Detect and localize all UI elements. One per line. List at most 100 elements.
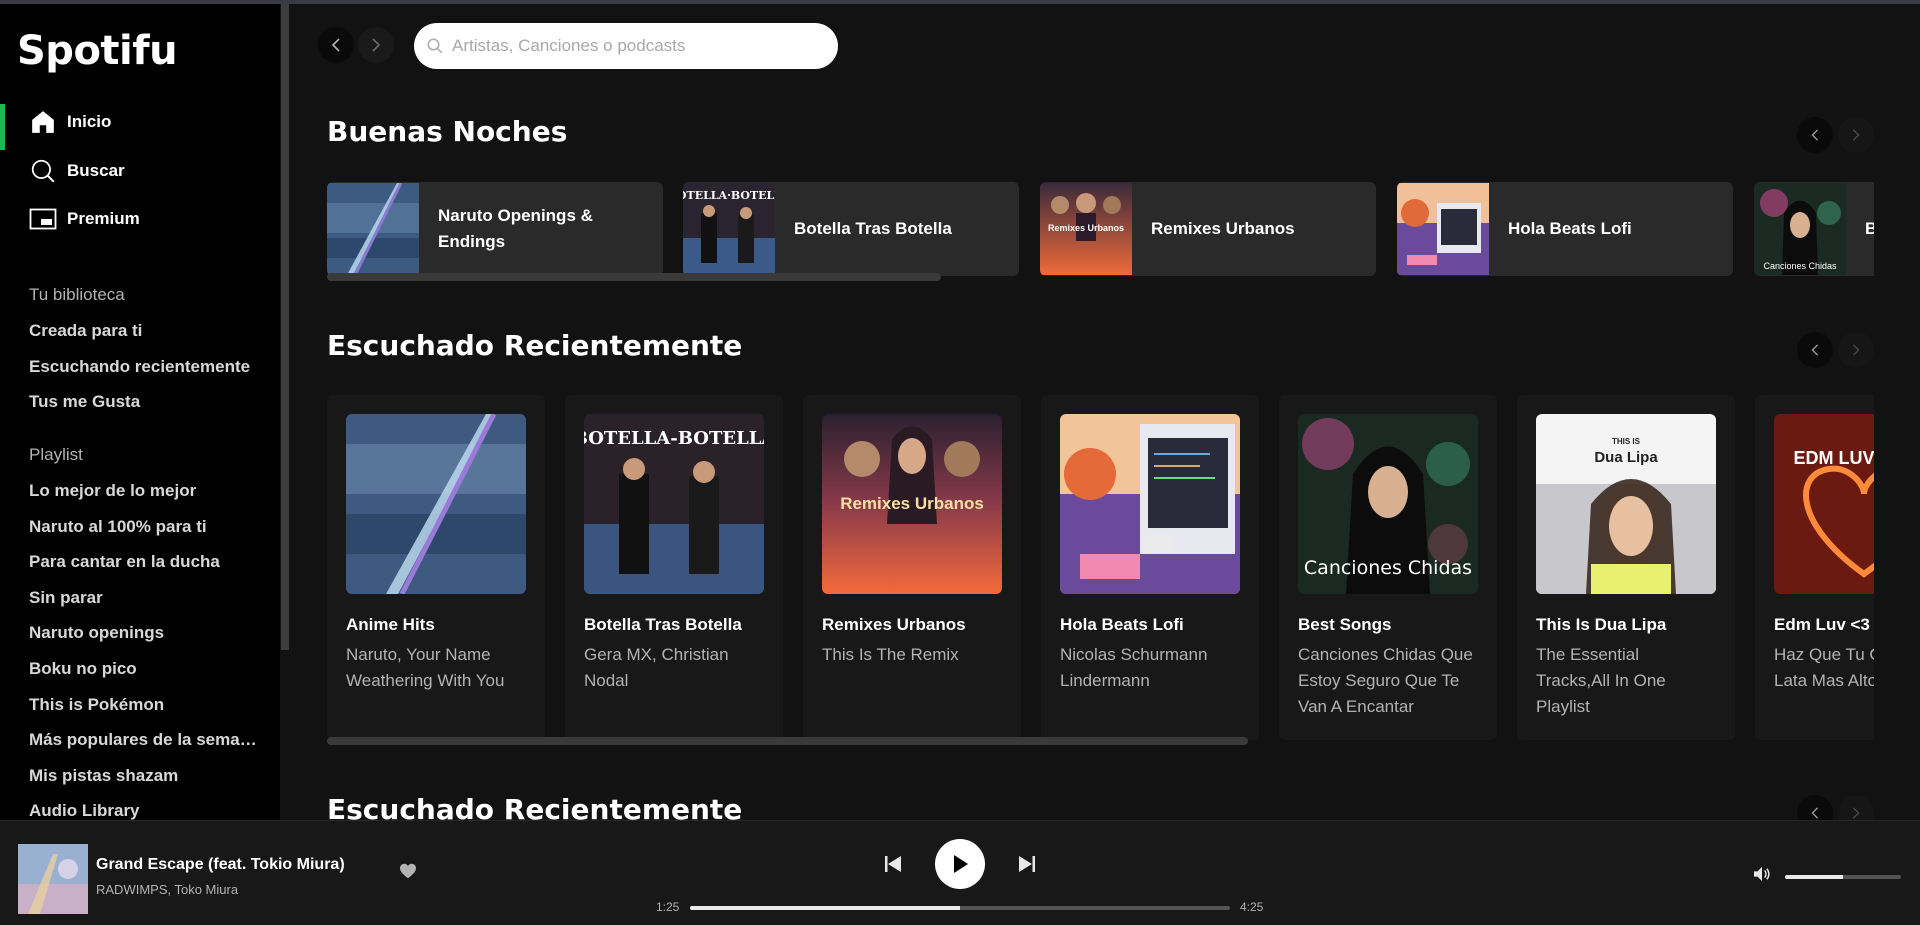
cover-image: BOTELLA-BOTELLA [584,414,764,594]
quick-card[interactable]: Naruto Openings & Endings [327,182,663,276]
good-night-carousel: Naruto Openings & Endings BOTELLA·BOTELL… [327,182,1874,276]
playlist-card[interactable]: Anime Hits Naruto, Your Name Weathering … [327,395,545,740]
next-button[interactable] [1016,853,1038,875]
chevron-left-icon [331,38,340,52]
card-description: Gera MX, Christian Nodal [584,645,729,690]
track-artist[interactable]: RADWIMPS, Toko Miura [96,882,238,897]
library-item[interactable]: Tus me Gusta [29,392,259,412]
quick-card-title: Remixes Urbanos [1151,219,1295,238]
search-icon [29,157,57,185]
playlist-title: Playlist [29,445,83,464]
playlist-item[interactable]: Audio Library [29,801,259,820]
section-next-button[interactable] [1838,795,1874,820]
section-prev-button[interactable] [1797,332,1833,368]
back-button[interactable] [318,27,354,63]
playlist-item[interactable]: Boku no pico [29,659,259,679]
card-description: Nicolas Schurmann Lindermann [1060,645,1208,690]
quick-card[interactable]: Remixes Urbanos Remixes Urbanos [1040,182,1376,276]
section-prev-button[interactable] [1797,117,1833,153]
search-icon [427,38,443,54]
playlist-item[interactable]: Naruto openings [29,623,259,643]
art-text: Dua Lipa [1594,449,1658,466]
home-icon [29,108,57,136]
svg-text:Canciones Chidas: Canciones Chidas [1763,261,1837,271]
chevron-right-icon [1852,807,1860,819]
card-title: Edm Luv <3 [1774,615,1870,634]
card-description: Canciones Chidas Que Estoy Seguro Que Te… [1298,645,1473,716]
volume-fill [1785,875,1843,879]
previous-button[interactable] [882,853,904,875]
nav-label: Buscar [67,161,125,180]
quick-card[interactable]: BOTELLA·BOTELLA Botella Tras Botella [683,182,1019,276]
elapsed-time: 1:25 [656,900,680,914]
card-description: This Is The Remix [822,645,959,664]
card-title: Hola Beats Lofi [1060,615,1184,634]
nav-label: Premium [67,209,140,228]
svg-text:BOTELLA·BOTELLA: BOTELLA·BOTELLA [683,189,775,202]
cover-image [1060,414,1240,594]
volume-slider[interactable] [1785,875,1901,879]
cover-image: THIS IS Dua Lipa [1536,414,1716,594]
section-title-good-night: Buenas Noches [327,115,568,148]
track-title[interactable]: Grand Escape (feat. Tokio Miura) [96,856,345,874]
library-item[interactable]: Escuchando recientemente [29,357,259,377]
chevron-left-icon [1811,344,1819,356]
section-next-button[interactable] [1838,117,1874,153]
playlist-item[interactable]: Sin parar [29,588,259,608]
sidebar-scrollbar[interactable] [281,4,289,650]
playlist-item[interactable]: Naruto al 100% para ti [29,517,259,537]
card-description: Naruto, Your Name Weathering With You [346,645,505,690]
quick-card[interactable]: Hola Beats Lofi [1397,182,1733,276]
main-content: Buenas Noches Naruto Openings & Endings … [290,4,1920,820]
now-playing-cover [18,844,88,914]
cover-image: Remixes Urbanos [1040,183,1132,275]
search-input[interactable] [452,36,832,56]
cover-image [327,182,419,276]
sidebar: Spotifu Inicio Buscar Premium Tu bibliot… [0,4,280,820]
volume-icon[interactable] [1753,866,1771,887]
carousel-scrollbar[interactable] [327,737,1248,745]
playlist-card[interactable]: EDM LUV Edm Luv <3 Haz Que Tu Corazón La… [1755,395,1874,740]
forward-button[interactable] [358,27,394,63]
quick-card[interactable]: Canciones Chidas B [1754,182,1874,276]
cover-image: Canciones Chidas [1298,414,1478,594]
nav-label: Inicio [67,112,112,131]
card-title: Remixes Urbanos [822,615,966,634]
nav-item-buscar[interactable]: Buscar [0,151,280,191]
playlist-item[interactable]: Lo mejor de lo mejor [29,481,259,501]
play-button[interactable] [935,839,985,889]
cover-image: Remixes Urbanos [822,414,1002,594]
playlist-item[interactable]: This is Pokémon [29,695,259,715]
heart-icon[interactable] [399,863,417,884]
recent-carousel: Anime Hits Naruto, Your Name Weathering … [327,395,1874,740]
playlist-card[interactable]: Canciones Chidas Best Songs Canciones Ch… [1279,395,1497,740]
section-prev-button[interactable] [1797,795,1833,820]
section-title-recent: Escuchado Recientemente [327,329,743,362]
skip-forward-icon [1019,856,1035,872]
section-next-button[interactable] [1838,332,1874,368]
svg-text:Remixes Urbanos: Remixes Urbanos [1048,223,1124,233]
progress-fill [690,906,960,910]
art-text: EDM LUV [1794,448,1875,468]
chevron-right-icon [1852,129,1860,141]
chevron-left-icon [1811,129,1819,141]
playlist-card[interactable]: BOTELLA-BOTELLA Botella Tras Botella Ger… [565,395,783,740]
carousel-scrollbar[interactable] [327,273,941,281]
total-time: 4:25 [1240,900,1264,914]
section-title-recent-2: Escuchado Recientemente [327,793,743,820]
playlist-item[interactable]: Más populares de la semana [29,730,259,750]
svg-text:THIS IS: THIS IS [1612,437,1641,446]
playlist-card[interactable]: THIS IS Dua Lipa This Is Dua Lipa The Ess… [1517,395,1735,740]
nav-item-premium[interactable]: Premium [0,199,280,239]
playlist-item[interactable]: Para cantar en la ducha [29,552,259,572]
library-item[interactable]: Creada para ti [29,321,259,341]
progress-bar[interactable] [690,906,1230,910]
playlist-item[interactable]: Mis pistas shazam [29,766,259,786]
playlist-card[interactable]: Remixes Urbanos Remixes Urbanos This Is … [803,395,1021,740]
search-bar[interactable] [414,23,838,69]
playlist-card[interactable]: Hola Beats Lofi Nicolas Schurmann Linder… [1041,395,1259,740]
chevron-right-icon [1852,344,1860,356]
nav-item-inicio[interactable]: Inicio [0,102,280,150]
library-title: Tu biblioteca [29,285,125,304]
quick-card-title: Botella Tras Botella [794,219,952,238]
